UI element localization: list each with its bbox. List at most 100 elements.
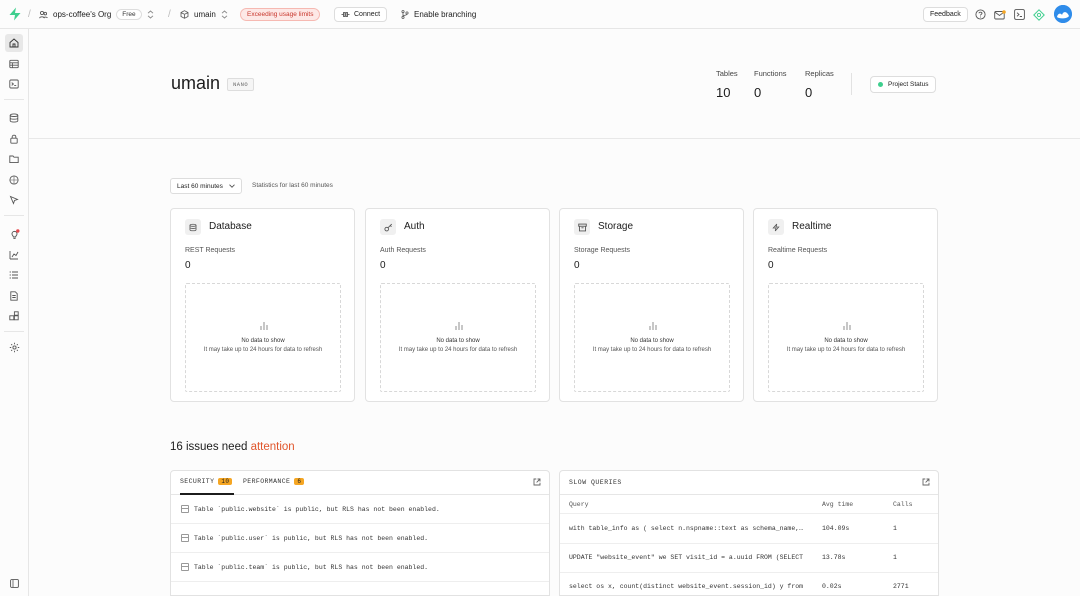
column-header-calls: Calls xyxy=(893,501,913,508)
chart-empty-state: No data to show It may take up to 24 hou… xyxy=(185,283,341,392)
nav-realtime[interactable] xyxy=(5,191,23,209)
git-branch-icon xyxy=(401,10,409,19)
help-button[interactable] xyxy=(975,0,986,29)
usage-card-auth[interactable]: Auth Auth Requests 0 No data to show It … xyxy=(365,208,550,402)
nav-sql-editor[interactable] xyxy=(5,75,23,93)
bar-chart-icon xyxy=(843,322,851,330)
enable-branching-button[interactable]: Enable branching xyxy=(401,0,476,29)
feedback-button[interactable]: Feedback xyxy=(923,7,968,22)
key-icon xyxy=(383,223,392,231)
stat-value: 0 xyxy=(805,85,813,100)
nav-table-editor[interactable] xyxy=(5,55,23,73)
avg-time-value: 104.09s xyxy=(822,525,850,532)
sidebar-panel-icon xyxy=(9,578,19,588)
instance-size-badge: NANO xyxy=(227,78,255,91)
collapse-sidebar-button[interactable] xyxy=(5,574,23,592)
breadcrumb-separator: / xyxy=(168,9,171,20)
lint-row[interactable]: Table `public.website` is public, but RL… xyxy=(171,495,549,524)
connect-container: Connect xyxy=(334,0,388,29)
top-bar: / ops-coffee's Org Free / umain Exceedin… xyxy=(0,0,1080,29)
nav-home[interactable] xyxy=(5,34,23,52)
table-row[interactable]: with table_info as ( select n.nspname::t… xyxy=(560,515,938,544)
issues-attention-text: attention xyxy=(250,441,295,453)
notifications-button[interactable] xyxy=(994,0,1006,29)
stat-label: Replicas xyxy=(805,69,834,78)
column-header-avg-time: Avg time xyxy=(822,501,854,508)
tab-performance[interactable]: PERFORMANCE 6 xyxy=(243,478,305,485)
stat-functions[interactable]: Functions 0 xyxy=(754,69,787,100)
table-row[interactable]: select os x, count(distinct website_even… xyxy=(560,573,938,595)
supabase-logo[interactable] xyxy=(8,7,22,21)
advisor-panel: SECURITY 10 PERFORMANCE 6 Table `public.… xyxy=(170,470,550,596)
folder-icon xyxy=(9,155,19,164)
sql-editor-button[interactable] xyxy=(1014,0,1025,29)
nav-advisors[interactable] xyxy=(5,225,23,243)
calls-value: 1 xyxy=(893,525,897,532)
connect-label: Connect xyxy=(354,11,381,18)
empty-title: No data to show xyxy=(241,338,285,344)
usage-card-realtime[interactable]: Realtime Realtime Requests 0 No data to … xyxy=(753,208,938,402)
card-metric-value: 0 xyxy=(574,260,580,271)
nav-edge-functions[interactable] xyxy=(5,171,23,189)
card-metric-label: Realtime Requests xyxy=(768,247,828,254)
help-icon xyxy=(975,9,986,20)
nav-reports[interactable] xyxy=(5,246,23,264)
stat-replicas[interactable]: Replicas 0 xyxy=(805,69,834,100)
assistant-button[interactable] xyxy=(1033,0,1045,29)
stat-label: Functions xyxy=(754,69,787,78)
issues-heading: 16 issues need attention xyxy=(170,441,295,453)
terminal-icon xyxy=(1014,9,1025,20)
lint-row[interactable]: Table `public.user` is public, but RLS h… xyxy=(171,524,549,553)
external-link-icon[interactable] xyxy=(533,478,541,486)
empty-subtitle: It may take up to 24 hours for data to r… xyxy=(203,347,323,353)
list-icon xyxy=(9,271,18,279)
period-selector[interactable]: Last 60 minutes xyxy=(170,178,242,194)
tab-security[interactable]: SECURITY 10 xyxy=(180,478,233,485)
query-text: with table_info as ( select n.nspname::t… xyxy=(569,525,805,532)
user-avatar[interactable] xyxy=(1054,5,1072,23)
card-icon-box xyxy=(380,219,396,235)
calls-value: 2771 xyxy=(893,583,909,590)
nav-storage[interactable] xyxy=(5,150,23,168)
calls-value: 1 xyxy=(893,554,897,561)
usage-card-database[interactable]: Database REST Requests 0 No data to show… xyxy=(170,208,355,402)
nav-logs[interactable] xyxy=(5,266,23,284)
query-text: UPDATE "website_event" we SET visit_id =… xyxy=(569,554,804,561)
lint-row[interactable]: Table `public.team` is public, but RLS h… xyxy=(171,553,549,582)
project-selector[interactable]: umain xyxy=(180,0,228,29)
database-icon xyxy=(9,113,19,123)
project-header: umain NANO Tables 10 Functions 0 Replica… xyxy=(29,29,1080,139)
document-icon xyxy=(10,291,18,301)
slow-queries-panel: SLOW QUERIES Query Avg time Calls with t… xyxy=(559,470,939,596)
card-metric-value: 0 xyxy=(185,260,191,271)
nav-project-settings[interactable] xyxy=(5,338,23,356)
plug-icon xyxy=(341,12,350,17)
status-dot-icon xyxy=(878,82,883,87)
sidebar-divider xyxy=(4,331,24,332)
nav-database[interactable] xyxy=(5,109,23,127)
nav-api-docs[interactable] xyxy=(5,287,23,305)
card-title: Storage xyxy=(598,221,634,232)
lightbulb-icon xyxy=(11,228,19,239)
connect-button[interactable]: Connect xyxy=(334,7,388,22)
lock-icon xyxy=(10,134,18,144)
empty-subtitle: It may take up to 24 hours for data to r… xyxy=(592,347,712,353)
table-row[interactable]: UPDATE "website_event" we SET visit_id =… xyxy=(560,544,938,573)
chart-icon xyxy=(9,251,19,260)
project-status-button[interactable]: Project Status xyxy=(870,76,937,93)
sidebar-divider xyxy=(4,215,24,216)
nav-integrations[interactable] xyxy=(5,307,23,325)
stat-tables[interactable]: Tables 10 xyxy=(716,69,738,100)
tab-label: SECURITY xyxy=(180,478,215,485)
external-link-icon[interactable] xyxy=(922,478,930,486)
usage-badge[interactable]: Exceeding usage limits xyxy=(240,8,321,21)
column-header-query: Query xyxy=(569,501,589,508)
org-icon xyxy=(39,10,48,19)
chart-empty-state: No data to show It may take up to 24 hou… xyxy=(768,283,924,392)
nav-authentication[interactable] xyxy=(5,130,23,148)
card-icon-box xyxy=(768,219,784,235)
usage-warning[interactable]: Exceeding usage limits xyxy=(240,0,321,29)
org-selector[interactable]: ops-coffee's Org Free xyxy=(39,0,154,29)
project-status-label: Project Status xyxy=(888,81,929,88)
usage-card-storage[interactable]: Storage Storage Requests 0 No data to sh… xyxy=(559,208,744,402)
